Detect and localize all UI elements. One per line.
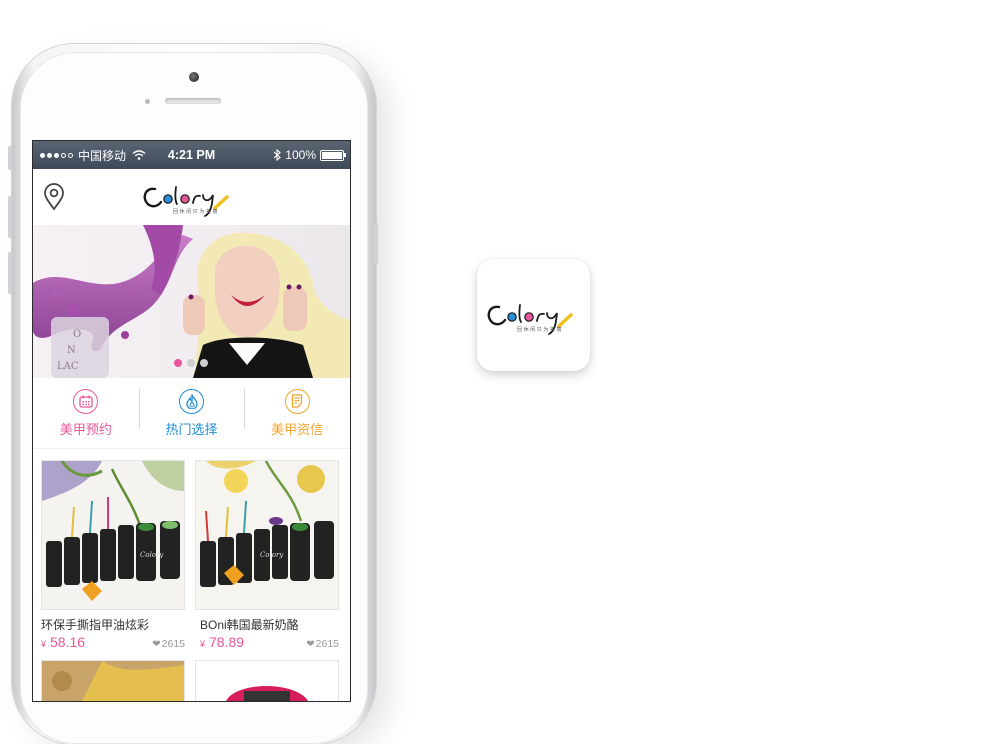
pager-dot[interactable] — [187, 359, 195, 367]
product-price: ¥58.16 — [41, 634, 86, 650]
volume-down-button — [8, 252, 12, 294]
nav-nail-news-label: 美甲资信 — [271, 421, 324, 437]
logo-tagline: 回 休 闲 只 为 美 丽 — [173, 208, 218, 215]
product-image — [41, 660, 185, 701]
earpiece-speaker — [165, 98, 221, 104]
product-image: Colory — [195, 460, 339, 610]
product-grid: Colory 环保手撕指甲油炫彩 ¥58.16 ❤2615 Colory BOn… — [33, 460, 350, 701]
bottle-brand: Colory — [140, 551, 164, 559]
battery-percent: 100% — [285, 148, 316, 162]
pager-dot[interactable] — [200, 359, 208, 367]
nav-booking[interactable]: 美甲预约 — [33, 388, 139, 438]
product-price: ¥78.89 — [200, 634, 245, 650]
bottle-text-1: O — [73, 329, 81, 340]
bottle-text-2: N — [67, 345, 76, 356]
power-button — [374, 222, 378, 264]
battery-icon — [320, 149, 346, 161]
banner-image: O N LAC — [33, 225, 350, 378]
product-image — [195, 660, 339, 701]
nav-nail-news[interactable]: 美甲资信 — [244, 388, 350, 438]
bottle-text-3: LAC — [57, 361, 79, 372]
bluetooth-icon — [273, 149, 282, 161]
map-pin-icon[interactable] — [43, 183, 65, 211]
app-icon-tagline: 回 休 闲 只 为 美 丽 — [517, 326, 562, 333]
product-likes: ❤2615 — [152, 638, 185, 650]
product-card[interactable]: Colory BOni韩国最新奶酪 ¥78.89 ❤2615 — [195, 460, 339, 654]
document-icon — [284, 388, 310, 414]
bottle-brand: Colory — [260, 551, 284, 559]
nav-hot-picks[interactable]: 热门选择 — [138, 388, 245, 438]
app-icon-logo: 回 休 闲 只 为 美 丽 — [487, 304, 573, 335]
heart-icon: ❤ — [152, 639, 161, 650]
phone-screen: 中国移动 4:21 PM 100% 回 休 闲 只 为 美 丽 O N LAC … — [32, 140, 351, 702]
front-camera — [189, 72, 199, 82]
app-icon[interactable]: 回 休 闲 只 为 美 丽 — [477, 259, 590, 371]
volume-up-button — [8, 196, 12, 238]
promo-banner[interactable]: O N LAC — [33, 225, 350, 378]
product-title: 环保手撕指甲油炫彩 — [41, 618, 150, 632]
mute-switch — [8, 146, 12, 170]
product-likes: ❤2615 — [306, 638, 339, 650]
heart-icon: ❤ — [306, 639, 315, 650]
nav-hot-picks-label: 热门选择 — [165, 421, 218, 437]
pager-dot[interactable] — [174, 359, 182, 367]
quick-nav: 美甲预约 热门选择 美甲资信 — [33, 378, 350, 449]
proximity-sensor — [145, 99, 150, 104]
flame-icon — [179, 388, 204, 414]
product-card[interactable] — [195, 660, 339, 701]
nav-booking-label: 美甲预约 — [59, 421, 112, 437]
product-title: BOni韩国最新奶酪 — [200, 618, 299, 632]
product-card[interactable]: Colory 环保手撕指甲油炫彩 ¥58.16 ❤2615 — [41, 460, 185, 654]
banner-pager — [174, 359, 208, 367]
status-bar: 中国移动 4:21 PM 100% — [33, 141, 350, 169]
app-logo: 回 休 闲 只 为 美 丽 — [141, 175, 245, 219]
product-card[interactable] — [41, 660, 185, 701]
calendar-icon — [73, 388, 99, 414]
product-image: Colory — [41, 460, 185, 610]
app-header: 回 休 闲 只 为 美 丽 — [33, 169, 350, 225]
